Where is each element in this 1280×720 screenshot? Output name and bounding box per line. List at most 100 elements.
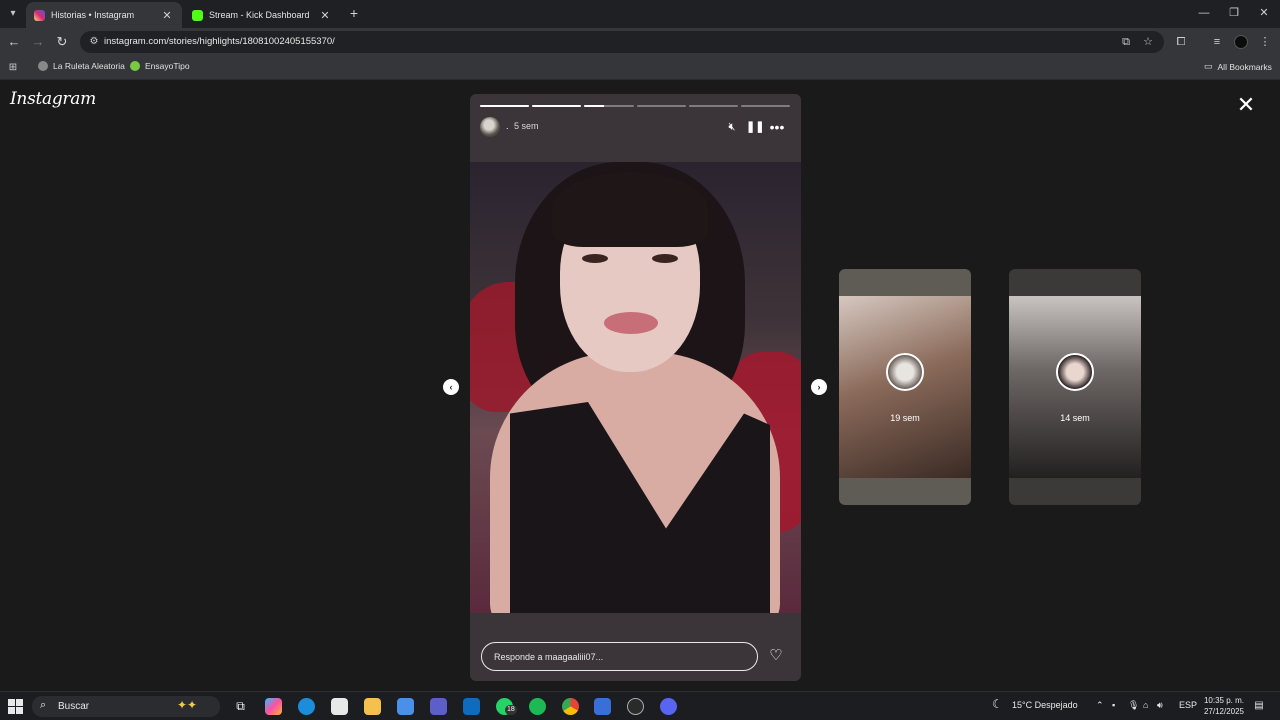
story-photo[interactable] [470, 162, 801, 613]
chrome-icon[interactable] [562, 698, 579, 715]
preview-time: 19 sem [890, 413, 920, 423]
close-tab-icon[interactable]: ✕ [318, 9, 332, 22]
preview-time: 14 sem [1060, 413, 1090, 423]
copilot-icon[interactable] [265, 698, 282, 715]
progress-segment [740, 105, 791, 107]
apps-grid-icon[interactable]: ⊞ [6, 61, 20, 75]
reload-icon[interactable]: ↻ [53, 33, 71, 51]
story-progress-bar [480, 105, 791, 107]
restore-icon[interactable]: ❐ [1224, 4, 1244, 22]
instagram-logo[interactable]: Instagram [10, 89, 96, 109]
previous-story-button[interactable]: ‹ [443, 379, 459, 395]
extensions-icon[interactable]: ⧠ [1172, 33, 1190, 51]
story-viewer-page: Instagram ✕ . 5 sem 🔇︎ ❚❚ ••• Responde a… [0, 81, 1280, 691]
minimize-icon[interactable]: — [1194, 4, 1214, 22]
file-explorer-icon[interactable] [364, 698, 381, 715]
app-icon[interactable] [594, 698, 611, 715]
address-bar[interactable]: ⚙ instagram.com/stories/highlights/18081… [80, 31, 1164, 53]
story-header: . 5 sem 🔇︎ ❚❚ ••• [480, 116, 790, 138]
all-bookmarks-button[interactable]: ▭ All Bookmarks [1204, 61, 1272, 72]
tab-search-icon[interactable]: ▾ [4, 5, 22, 23]
new-tab-button[interactable]: + [346, 5, 362, 21]
kick-favicon-icon [192, 9, 203, 21]
taskbar-search[interactable]: ⌕ Buscar ✦✦ [32, 696, 220, 717]
tab-kick-dashboard[interactable]: Stream - Kick Dashboard ✕ [184, 2, 340, 28]
next-story-preview[interactable]: 19 sem [839, 269, 971, 505]
mute-icon[interactable]: 🔇︎ [724, 119, 740, 135]
browser-toolbar: ← → ↻ ⚙ instagram.com/stories/highlights… [0, 28, 1280, 56]
site-info-icon[interactable]: ⚙ [86, 34, 102, 50]
url-text: instagram.com/stories/highlights/1808100… [104, 36, 335, 47]
next-story-button[interactable]: › [811, 379, 827, 395]
obs-icon[interactable] [627, 698, 644, 715]
story-time: 5 sem [514, 121, 539, 131]
store-icon[interactable] [331, 698, 348, 715]
bookmark-la-ruleta[interactable]: La Ruleta Aleatoria [38, 61, 125, 71]
tab-title: Stream - Kick Dashboard [209, 10, 310, 20]
task-view-icon[interactable]: ⧉ [232, 698, 249, 715]
preview-avatar [886, 353, 924, 391]
language-indicator[interactable]: ESP [1179, 700, 1197, 710]
tray-chevron-icon[interactable]: ⌃ [1096, 700, 1104, 711]
progress-segment [480, 105, 530, 107]
progress-segment [688, 105, 738, 107]
bookmark-star-icon[interactable]: ☆ [1140, 34, 1156, 50]
edge-icon[interactable] [298, 698, 315, 715]
forward-icon[interactable]: → [29, 33, 47, 51]
taskbar: ⌕ Buscar ✦✦ ⧉ 18 ☾ 15°C Despejado ⌃ ▪ 🎙︎… [0, 691, 1280, 720]
notifications-icon[interactable]: ▤ [1252, 699, 1266, 713]
close-tab-icon[interactable]: ✕ [160, 9, 174, 22]
story-username[interactable]: . [506, 121, 509, 131]
network-icon[interactable]: ⌂ [1143, 700, 1148, 710]
preview-avatar [1056, 353, 1094, 391]
close-window-icon[interactable]: ✕ [1254, 4, 1274, 22]
globe-icon [38, 61, 48, 71]
close-story-icon[interactable]: ✕ [1236, 94, 1256, 116]
tray-app-icon[interactable]: ▪ [1112, 700, 1115, 710]
weather-moon-icon: ☾ [992, 697, 1003, 711]
microphone-icon[interactable]: 🎙︎ [1128, 700, 1139, 711]
tab-title: Historias • Instagram [51, 10, 135, 20]
progress-segment [584, 105, 634, 107]
media-controls-icon[interactable]: ≡ [1208, 33, 1226, 51]
spotify-icon[interactable] [529, 698, 546, 715]
checkmark-icon [130, 61, 140, 71]
reply-placeholder: Responde a maagaaliii07... [494, 652, 604, 662]
teams-icon[interactable] [430, 698, 447, 715]
tab-instagram[interactable]: Historias • Instagram ✕ [26, 2, 182, 28]
story-card: . 5 sem 🔇︎ ❚❚ ••• Responde a maagaaliii0… [470, 94, 801, 681]
windows-start-icon[interactable] [8, 699, 23, 714]
bookmark-ensayotipo[interactable]: EnsayoTipo [130, 61, 190, 71]
whatsapp-badge: 18 [505, 705, 517, 715]
all-bookmarks-label: All Bookmarks [1217, 61, 1272, 72]
more-menu-icon[interactable]: ⋮ [1256, 33, 1274, 51]
discord-icon[interactable] [660, 698, 677, 715]
search-icon: ⌕ [40, 699, 47, 711]
instagram-favicon-icon [34, 9, 45, 21]
back-icon[interactable]: ← [5, 33, 23, 51]
user-avatar[interactable] [480, 117, 500, 137]
browser-tab-bar: ▾ Historias • Instagram ✕ Stream - Kick … [0, 0, 1280, 28]
folder-icon: ▭ [1204, 61, 1213, 71]
system-clock[interactable]: 10:35 p. m. 27/12/2025 [1198, 695, 1244, 717]
following-story-preview[interactable]: 14 sem [1009, 269, 1141, 505]
search-highlight-icon: ✦✦ [177, 698, 198, 712]
clock-date: 27/12/2025 [1203, 707, 1244, 716]
clock-time: 10:35 p. m. [1203, 696, 1244, 705]
reply-input[interactable]: Responde a maagaaliii07... [481, 642, 758, 671]
shield-app-icon[interactable] [397, 698, 414, 715]
weather-text[interactable]: 15°C Despejado [1012, 700, 1078, 710]
search-placeholder: Buscar [58, 701, 90, 712]
like-heart-icon[interactable]: ♡ [767, 647, 785, 665]
profile-avatar[interactable] [1234, 35, 1248, 49]
install-app-icon[interactable]: ⧉ [1118, 34, 1134, 50]
pause-icon[interactable]: ❚❚ [746, 119, 764, 135]
outlook-icon[interactable] [463, 698, 480, 715]
progress-segment [636, 105, 686, 107]
bookmark-label: EnsayoTipo [145, 61, 190, 71]
progress-segment [532, 105, 582, 107]
bookmark-label: La Ruleta Aleatoria [53, 61, 125, 71]
more-options-icon[interactable]: ••• [769, 119, 785, 135]
whatsapp-icon[interactable]: 18 [496, 698, 517, 715]
volume-icon[interactable]: 🔊︎ [1157, 700, 1163, 711]
